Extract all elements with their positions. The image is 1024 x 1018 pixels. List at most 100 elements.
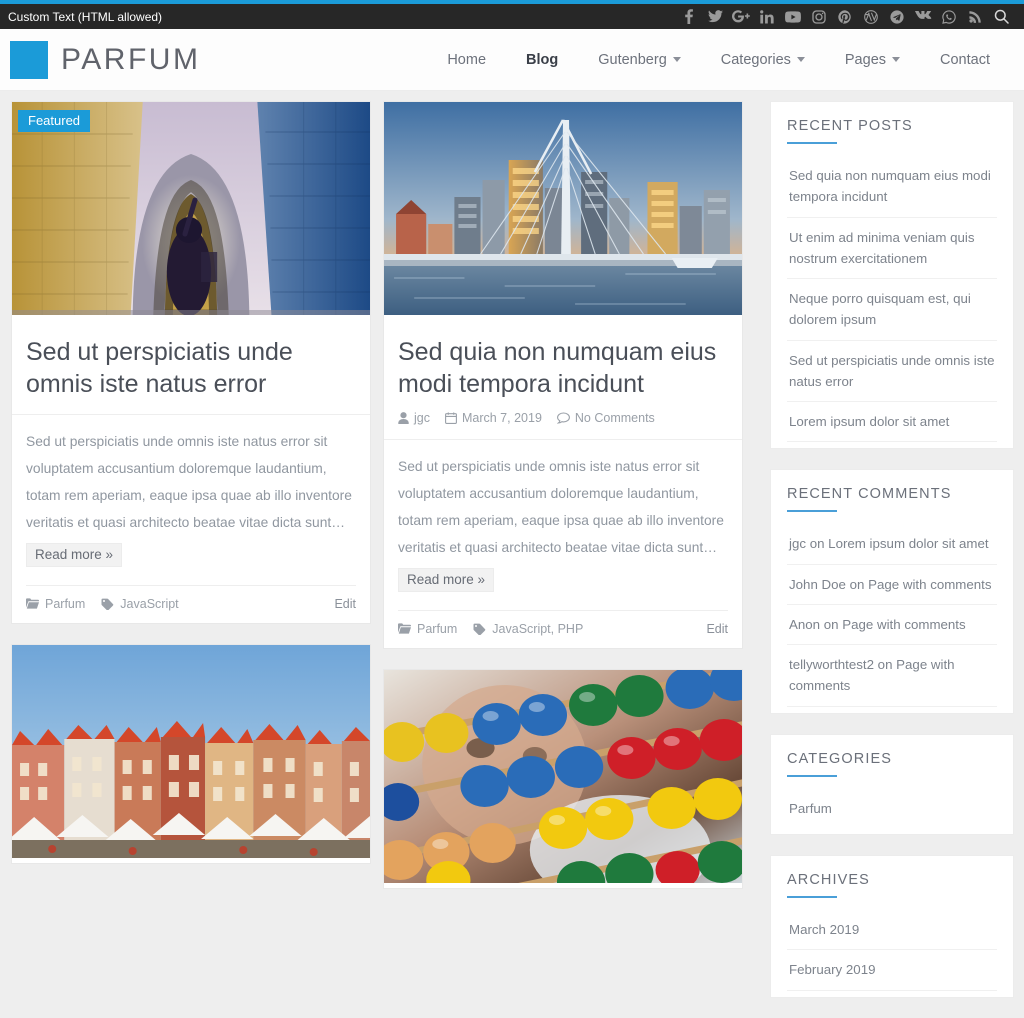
widget-underline — [787, 142, 837, 144]
post-date-label: March 7, 2019 — [461, 411, 542, 425]
nav-label: Blog — [526, 51, 559, 68]
nav-item-home[interactable]: Home — [427, 52, 506, 68]
post-thumbnail[interactable] — [12, 644, 370, 863]
list-item[interactable]: jgc on Lorem ipsum dolor sit amet — [787, 524, 997, 565]
post-tags-label: JavaScript — [120, 596, 179, 611]
post-title-wrap: Sed ut perspiciatis unde omnis iste natu… — [12, 320, 370, 415]
nav-item-pages[interactable]: Pages — [825, 52, 920, 68]
post-thumbnail[interactable] — [384, 669, 742, 888]
featured-badge: Featured — [18, 110, 91, 132]
posts-grid: Featured Sed ut perspiciatis unde omnis … — [0, 101, 766, 1018]
main-navigation: Home Blog Gutenberg Categories Pages Con… — [427, 52, 1010, 68]
post-body: Sed ut perspiciatis unde omnis iste natu… — [12, 415, 370, 575]
edit-link[interactable]: Edit — [706, 622, 728, 636]
whatsapp-icon[interactable] — [936, 4, 962, 29]
page-body: Featured Sed ut perspiciatis unde omnis … — [0, 91, 1024, 1018]
user-icon — [398, 412, 409, 424]
nav-label: Home — [447, 51, 487, 68]
telegram-icon[interactable] — [884, 4, 910, 29]
post-comments[interactable]: No Comments — [556, 411, 655, 425]
custom-text: Custom Text (HTML allowed) — [8, 9, 163, 24]
widget-recent-posts: Recent Posts Sed quia non numquam eius m… — [770, 101, 1014, 450]
site-header: PARFUM Home Blog Gutenberg Categories Pa… — [0, 29, 1024, 91]
list-item[interactable]: Neque porro quisquam est, qui dolorem ip… — [787, 279, 997, 341]
nav-item-categories[interactable]: Categories — [701, 52, 825, 68]
post-date: March 7, 2019 — [445, 411, 542, 425]
widget-title: Recent Comments — [787, 486, 952, 503]
list-item[interactable]: March 2019 — [787, 910, 997, 951]
widget-recent-comments: Recent Comments jgc on Lorem ipsum dolor… — [770, 469, 1014, 714]
widget-underline — [787, 895, 837, 898]
list-item[interactable]: February 2019 — [787, 950, 997, 991]
read-more-button[interactable]: Read more » — [398, 567, 495, 592]
post-tags[interactable]: JavaScript, PHP — [473, 622, 583, 636]
calendar-icon — [445, 412, 457, 424]
facebook-icon[interactable] — [676, 4, 702, 29]
list-item[interactable]: Lorem ipsum dolor sit amet — [787, 402, 997, 443]
posts-column-right: Sed quia non numquam eius modi tempora i… — [377, 101, 749, 1018]
edit-link[interactable]: Edit — [334, 597, 356, 611]
read-more-button[interactable]: Read more » — [26, 542, 123, 567]
brand-logo-icon — [10, 40, 48, 79]
wordpress-icon[interactable] — [858, 4, 884, 29]
brand[interactable]: PARFUM — [10, 40, 201, 79]
youtube-icon[interactable] — [780, 4, 806, 29]
widget-archives: Archives March 2019 February 2019 — [770, 854, 1014, 998]
comment-icon — [556, 412, 570, 424]
old-town-square-market-image — [12, 644, 370, 858]
post-excerpt: Sed ut perspiciatis unde omnis iste natu… — [398, 459, 724, 555]
widget-title: Recent Posts — [787, 118, 913, 134]
pinterest-icon[interactable] — [832, 4, 858, 29]
list-item[interactable]: John Doe on Page with comments — [787, 565, 997, 605]
widget-title: Categories — [787, 750, 892, 767]
post-card[interactable] — [11, 643, 371, 864]
recent-comments-list: jgc on Lorem ipsum dolor sit amet John D… — [787, 524, 997, 707]
list-item[interactable]: Ut enim ad minima veniam quis nostrum ex… — [787, 218, 997, 280]
google-plus-icon[interactable] — [728, 4, 754, 29]
colorful-abacus-beads-image — [384, 669, 742, 888]
post-thumbnail[interactable] — [384, 102, 742, 320]
folder-icon — [398, 623, 411, 634]
post-title-wrap: Sed quia non numquam eius modi tempora i… — [384, 320, 742, 440]
post-category[interactable]: Parfum — [398, 622, 457, 636]
post-tags[interactable]: JavaScript — [101, 596, 179, 611]
archway-stone-tunnel-image — [12, 102, 370, 320]
brand-name: PARFUM — [61, 42, 201, 76]
sidebar: Recent Posts Sed quia non numquam eius m… — [766, 101, 1024, 1018]
widget-title: Archives — [787, 871, 870, 888]
chevron-down-icon — [672, 57, 681, 62]
list-item[interactable]: Parfum — [787, 789, 997, 828]
post-title[interactable]: Sed ut perspiciatis unde omnis iste natu… — [26, 336, 356, 400]
post-card[interactable]: Sed quia non numquam eius modi tempora i… — [383, 101, 743, 649]
top-bar: Custom Text (HTML allowed) — [0, 4, 1024, 29]
post-title[interactable]: Sed quia non numquam eius modi tempora i… — [398, 336, 728, 400]
vk-icon[interactable] — [910, 4, 936, 29]
post-card[interactable]: Featured Sed ut perspiciatis unde omnis … — [11, 101, 371, 624]
twitter-icon[interactable] — [702, 4, 728, 29]
archives-list: March 2019 February 2019 — [787, 910, 997, 991]
search-icon[interactable] — [988, 4, 1014, 29]
social-links — [676, 4, 1014, 29]
post-thumbnail[interactable]: Featured — [12, 102, 370, 320]
nav-item-gutenberg[interactable]: Gutenberg — [578, 52, 701, 68]
nav-item-contact[interactable]: Contact — [920, 52, 1010, 68]
nav-item-blog[interactable]: Blog — [506, 52, 578, 68]
list-item[interactable]: Anon on Page with comments — [787, 605, 997, 646]
instagram-icon[interactable] — [806, 4, 832, 29]
posts-column-left: Featured Sed ut perspiciatis unde omnis … — [5, 101, 377, 1018]
tag-icon — [101, 598, 114, 610]
nav-label: Contact — [940, 51, 990, 68]
list-item[interactable]: Sed quia non numquam eius modi tempora i… — [787, 156, 997, 218]
post-author[interactable]: jgc — [398, 411, 430, 425]
list-item[interactable]: tellyworthtest2 on Page with comments — [787, 645, 997, 707]
post-excerpt: Sed ut perspiciatis unde omnis iste natu… — [26, 434, 352, 530]
list-item[interactable]: Sed ut perspiciatis unde omnis iste natu… — [787, 341, 997, 403]
rotterdam-erasmus-bridge-skyline-image — [384, 102, 742, 315]
widget-underline — [787, 774, 837, 777]
rss-icon[interactable] — [962, 4, 988, 29]
chevron-down-icon — [892, 57, 901, 62]
post-category-label: Parfum — [45, 596, 86, 611]
post-category[interactable]: Parfum — [26, 597, 85, 611]
linkedin-icon[interactable] — [754, 4, 780, 29]
chevron-down-icon — [796, 57, 805, 62]
